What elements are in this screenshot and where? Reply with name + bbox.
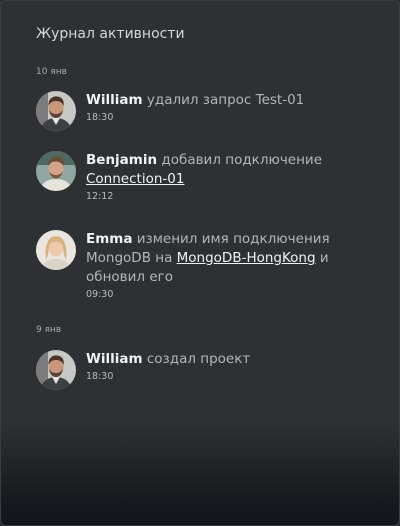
connection-link[interactable]: Connection-01 [86,171,184,187]
avatar-benjamin[interactable] [36,151,76,191]
activity-log-panel: Журнал активности 10 янв William удалил … [0,0,400,526]
avatar-emma[interactable] [36,230,76,270]
user-name[interactable]: William [86,351,143,367]
timestamp: 18:30 [86,371,114,382]
user-name[interactable]: Emma [86,231,132,247]
user-name[interactable]: William [86,92,143,108]
action-text: создал проект [146,351,251,367]
date-label: 10 янв [36,67,67,77]
connection-link[interactable]: MongoDB-HongKong [177,250,316,266]
date-label: 9 янв [36,325,62,335]
avatar-william[interactable] [36,350,76,390]
action-text: удалил запрос Test-01 [146,92,305,108]
timestamp: 09:30 [86,289,114,300]
panel-title: Журнал активности [36,26,185,42]
avatar-william[interactable] [36,91,76,131]
timestamp: 12:12 [86,191,114,202]
user-name[interactable]: Benjamin [86,152,157,168]
action-text: добавил подключение [161,152,323,168]
timestamp: 18:30 [86,112,114,123]
